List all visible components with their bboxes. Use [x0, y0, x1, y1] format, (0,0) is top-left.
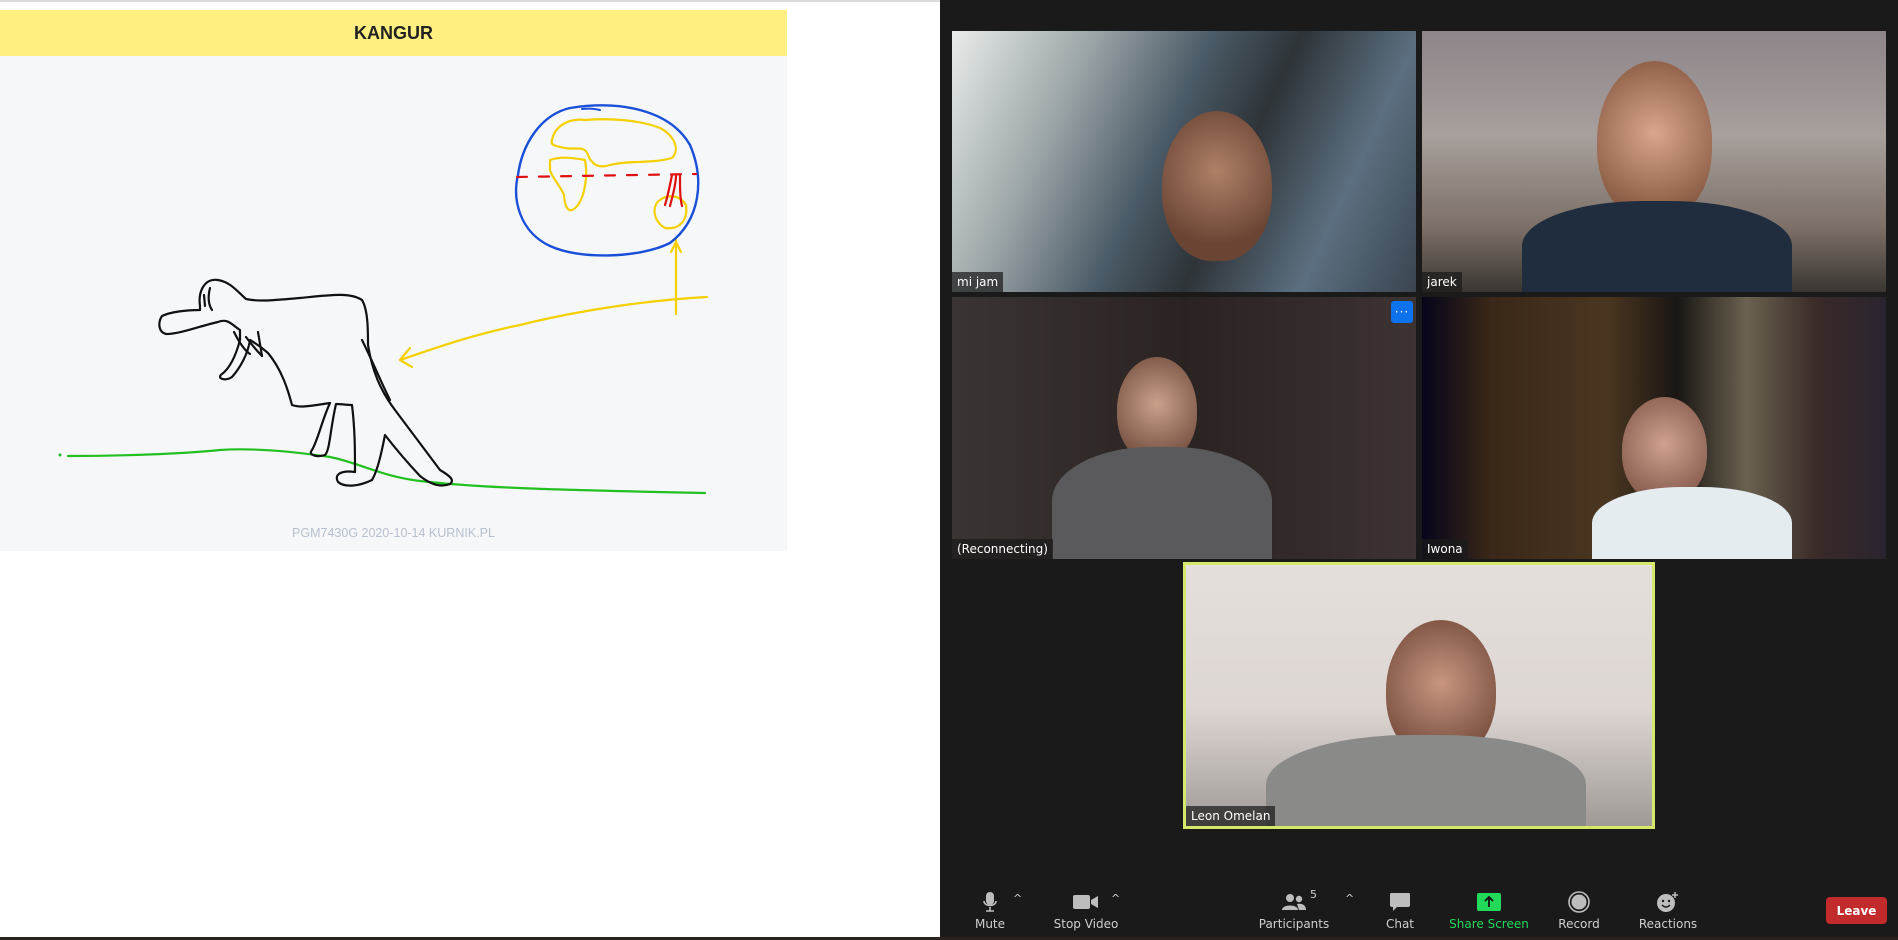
mute-label: Mute: [974, 917, 1006, 931]
video-options-caret[interactable]: ^: [1111, 892, 1120, 905]
equator-line: [515, 172, 698, 179]
globe-drawing: [514, 104, 700, 257]
chat-bubble-icon: [1389, 890, 1411, 914]
participant-video: [1597, 61, 1712, 221]
drawing-canvas[interactable]: [0, 10, 787, 551]
slide-panel: KANGUR PGM7430G 2020-10-14 KURNIK.PL: [0, 10, 787, 551]
participant-name: jarek: [1422, 272, 1462, 292]
share-screen-button[interactable]: Share Screen: [1449, 868, 1529, 937]
participant-name: (Reconnecting): [952, 539, 1053, 559]
active-speaker-tile[interactable]: Leon Omelan: [1183, 562, 1655, 829]
video-tile[interactable]: mi jam: [952, 31, 1416, 292]
leave-button[interactable]: Leave: [1826, 897, 1887, 924]
participant-name: Leon Omelan: [1186, 806, 1276, 826]
participants-button[interactable]: 5 Participants: [1259, 868, 1330, 937]
ground-line: [66, 448, 707, 495]
chat-label: Chat: [1385, 917, 1415, 931]
participant-name: mi jam: [952, 272, 1004, 292]
chat-button[interactable]: Chat: [1380, 868, 1420, 937]
participants-options-caret[interactable]: ^: [1345, 892, 1354, 905]
video-gallery: mi jam jarek ··· (Reconnecting) Iwona Le…: [940, 0, 1898, 937]
meeting-toolbar: Mute ^ Stop Video ^ 5 Participants ^ Cha…: [940, 868, 1898, 937]
reactions-button[interactable]: Reactions: [1630, 868, 1706, 937]
continents: [548, 118, 688, 230]
record-circle-icon: [1568, 890, 1590, 914]
ground-dot: [58, 453, 62, 457]
participants-label: Participants: [1258, 917, 1330, 931]
mute-button[interactable]: Mute: [966, 868, 1014, 937]
participant-name: Iwona: [1422, 539, 1468, 559]
stop-video-label: Stop Video: [1053, 917, 1119, 931]
share-screen-label: Share Screen: [1449, 917, 1529, 931]
audio-options-caret[interactable]: ^: [1013, 892, 1022, 905]
video-tile[interactable]: jarek: [1422, 31, 1886, 292]
whiteboard-area: KANGUR PGM7430G 2020-10-14 KURNIK.PL: [0, 0, 940, 937]
video-tile[interactable]: ··· (Reconnecting): [952, 297, 1416, 559]
video-camera-icon: [1073, 890, 1099, 914]
video-tile[interactable]: Iwona: [1422, 297, 1886, 559]
smiley-plus-icon: [1656, 890, 1680, 914]
record-button[interactable]: Record: [1554, 868, 1604, 937]
record-label: Record: [1558, 917, 1600, 931]
reactions-label: Reactions: [1638, 917, 1698, 931]
participant-video: [1162, 111, 1272, 261]
more-options-button[interactable]: ···: [1391, 301, 1413, 323]
pointer-arrow: [398, 238, 709, 369]
slide-footer: PGM7430G 2020-10-14 KURNIK.PL: [292, 526, 495, 540]
share-arrow-icon: [1477, 890, 1501, 914]
people-icon: 5: [1282, 888, 1317, 914]
participants-count: 5: [1310, 888, 1317, 901]
microphone-icon: [982, 890, 998, 914]
